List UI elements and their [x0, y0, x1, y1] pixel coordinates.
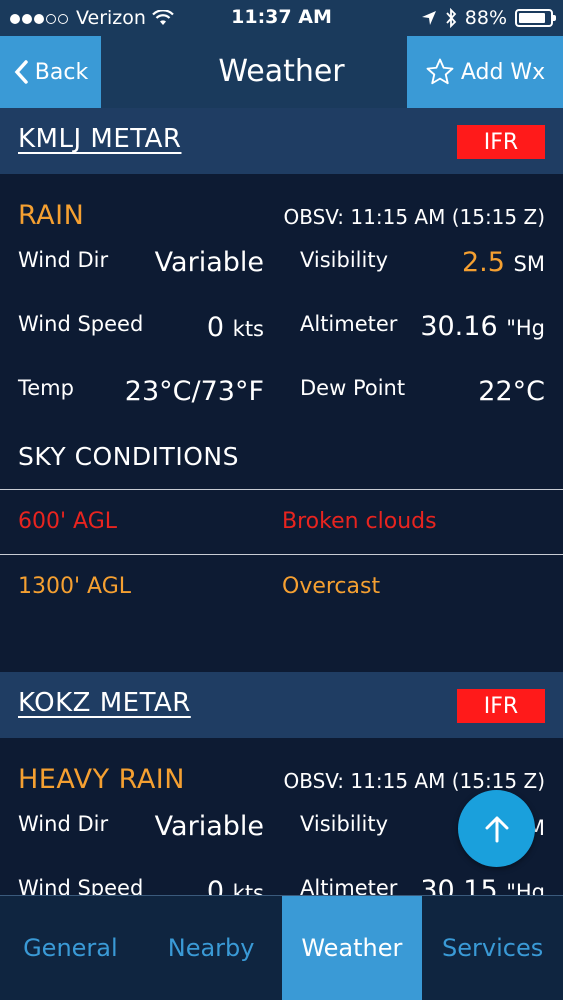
dew-point-label: Dew Point [300, 376, 406, 400]
scroll-to-top-button[interactable] [458, 790, 535, 867]
station-header: KOKZ METAR IFR [0, 672, 563, 738]
wind-speed-value: 0 kts [207, 312, 264, 343]
tab-services[interactable]: Services [422, 896, 563, 1000]
wind-speed-unit: kts [232, 317, 264, 341]
sky-altitude: 1300' AGL [18, 574, 131, 599]
altimeter-value: 30.16 "Hg [420, 311, 545, 342]
tab-bar: General Nearby Weather Services [0, 895, 563, 1000]
weather-condition: HEAVY RAIN [18, 764, 185, 795]
wind-dir-label: Wind Dir [18, 248, 109, 272]
back-label: Back [34, 59, 89, 85]
altimeter-value: 30.15 "Hg [420, 875, 545, 895]
tab-nearby[interactable]: Nearby [141, 896, 282, 1000]
wind-speed-number: 0 [206, 876, 225, 895]
back-button[interactable]: Back [0, 36, 101, 108]
chevron-left-icon [14, 60, 28, 84]
station-name-link[interactable]: KMLJ METAR [18, 124, 181, 154]
add-wx-button[interactable]: Add Wx [407, 36, 563, 108]
status-right: 88% [421, 7, 556, 29]
altimeter-unit: "Hg [506, 880, 545, 895]
wind-speed-value: 0 kts [207, 876, 264, 895]
metar-card: RAIN OBSV: 11:15 AM (15:15 Z) Wind Dir V… [0, 174, 563, 670]
wind-speed-label: Wind Speed [18, 312, 144, 336]
weather-condition: RAIN [18, 200, 85, 231]
altimeter-label: Altimeter [300, 876, 398, 895]
flight-category-badge: IFR [457, 125, 545, 159]
navigation-bar: Back Weather Add Wx [0, 36, 563, 108]
sky-condition-row: 1300' AGL Overcast [0, 554, 563, 618]
sky-description: Overcast [282, 574, 381, 599]
arrow-up-icon [485, 816, 508, 842]
battery-icon [515, 9, 556, 27]
bluetooth-icon [446, 8, 457, 28]
wind-dir-value: Variable [154, 811, 264, 842]
temp-value: 23°C/73°F [124, 376, 264, 407]
temp-label: Temp [18, 376, 74, 400]
altimeter-unit: "Hg [506, 316, 545, 340]
sky-conditions-title: SKY CONDITIONS [18, 442, 239, 471]
battery-percent: 88% [464, 7, 507, 29]
wind-dir-value: Variable [154, 247, 264, 278]
dew-point-value: 22°C [478, 376, 545, 407]
star-icon [426, 58, 454, 85]
tab-general[interactable]: General [0, 896, 141, 1000]
wind-speed-label: Wind Speed [18, 876, 144, 895]
altimeter-label: Altimeter [300, 312, 398, 336]
visibility-unit: SM [513, 252, 545, 276]
status-bar: Verizon 11:37 AM 88% [0, 0, 563, 36]
visibility-value: 2.5 SM [462, 247, 545, 278]
visibility-label: Visibility [300, 248, 389, 272]
observation-time: OBSV: 11:15 AM (15:15 Z) [283, 205, 545, 229]
wind-speed-unit: kts [232, 881, 264, 895]
sky-description: Broken clouds [282, 509, 437, 534]
weather-list[interactable]: KMLJ METAR IFR RAIN OBSV: 11:15 AM (15:1… [0, 108, 563, 895]
altimeter-number: 30.16 [420, 311, 498, 342]
sky-altitude: 600' AGL [18, 509, 117, 534]
flight-category-badge: IFR [457, 689, 545, 723]
altimeter-number: 30.15 [420, 875, 498, 895]
visibility-number: 2.5 [462, 247, 505, 278]
observation-time: OBSV: 11:15 AM (15:15 Z) [283, 769, 545, 793]
station-header: KMLJ METAR IFR [0, 108, 563, 174]
add-wx-label: Add Wx [460, 59, 546, 85]
station-name-link[interactable]: KOKZ METAR [18, 688, 191, 718]
wind-speed-number: 0 [206, 312, 225, 343]
wind-dir-label: Wind Dir [18, 812, 109, 836]
tab-weather[interactable]: Weather [281, 896, 423, 1000]
location-arrow-icon [421, 11, 436, 25]
visibility-label: Visibility [300, 812, 389, 836]
sky-condition-row: 600' AGL Broken clouds [0, 489, 563, 553]
